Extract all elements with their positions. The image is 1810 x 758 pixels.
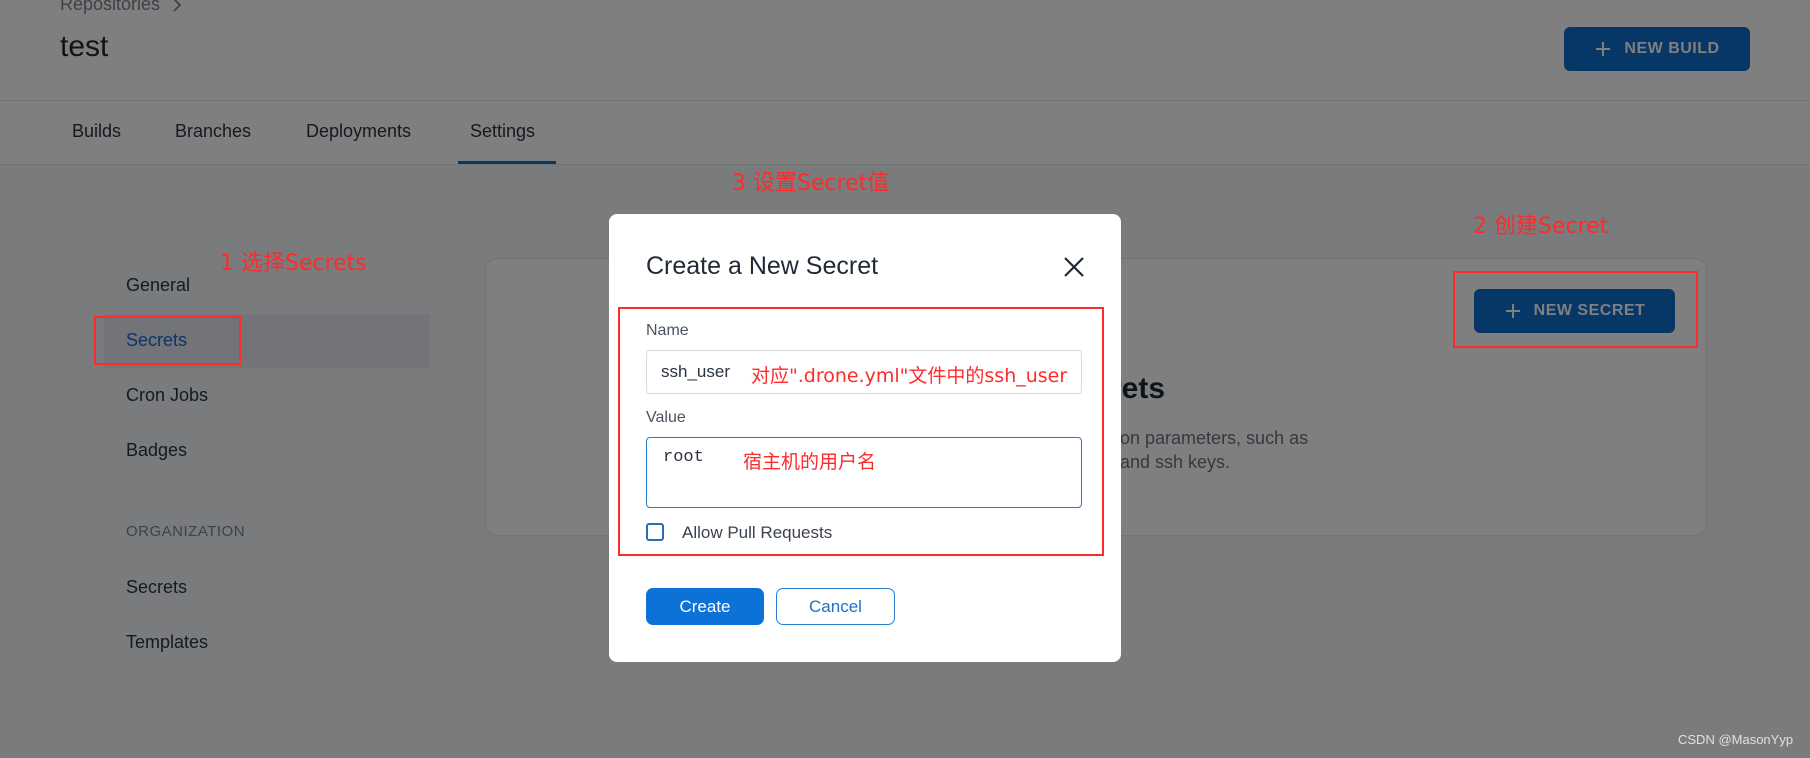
annotation-value-note: 宿主机的用户名 [743, 451, 877, 473]
watermark: CSDN @MasonYyp [1678, 732, 1794, 747]
create-button[interactable]: Create [646, 588, 764, 625]
dialog-title: Create a New Secret [646, 252, 879, 280]
annotation-box-form [618, 307, 1104, 556]
annotation-step2: 2 创建Secret [1473, 214, 1609, 239]
cancel-button[interactable]: Cancel [776, 588, 895, 625]
annotation-box-new-secret [1453, 271, 1698, 348]
annotation-step3: 3 设置Secret值 [732, 171, 890, 196]
annotation-box-secrets [94, 316, 241, 365]
close-icon[interactable] [1061, 254, 1087, 280]
annotation-step1: 1 选择Secrets [220, 251, 367, 276]
annotation-name-note: 对应".drone.yml"文件中的ssh_user [751, 365, 1068, 387]
